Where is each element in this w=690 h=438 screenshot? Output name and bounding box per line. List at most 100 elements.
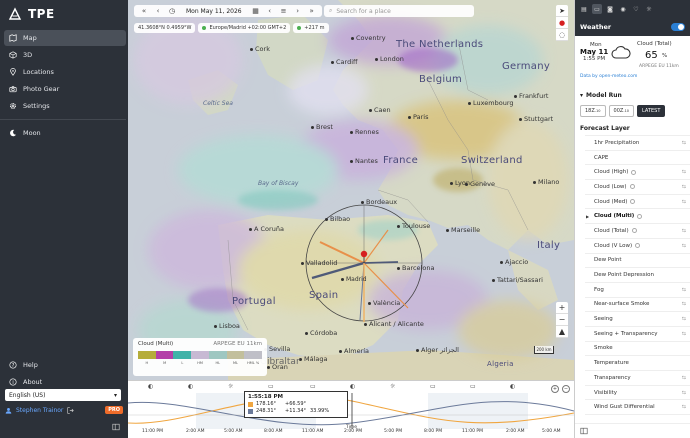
forecast-layer-item[interactable]: Seeing + Transparency ⇆: [585, 327, 690, 342]
compare-icon[interactable]: ⇆: [682, 184, 686, 190]
zoom-out-button[interactable]: −: [556, 314, 568, 326]
forecast-layer-item[interactable]: CAPE: [585, 151, 690, 166]
run-label: 18Z: [585, 108, 595, 114]
info-icon[interactable]: [629, 184, 635, 190]
forecast-layer-item[interactable]: Smoke: [585, 342, 690, 357]
timeline-zoom-in-button[interactable]: +: [551, 385, 559, 393]
sidebar-item-moon[interactable]: Moon: [4, 125, 126, 141]
compare-icon[interactable]: ⇆: [682, 228, 686, 234]
pin-outline-icon[interactable]: ◌: [556, 29, 568, 41]
map-label-city: Rennes: [350, 128, 379, 136]
forecast-layer-item[interactable]: Dew Point Depression: [585, 268, 690, 283]
sun-icon[interactable]: ☼: [644, 4, 654, 14]
forecast-layer-item[interactable]: Wind Gust Differential ⇆: [585, 400, 690, 416]
info-icon[interactable]: [630, 199, 636, 205]
date-toolbar: « ‹ ◷ Mon May 11, 2026 ▦ ‹ ≡ › »: [134, 5, 322, 17]
timezone-chip[interactable]: Europe/Madrid +02:00 GMT+2: [198, 23, 291, 33]
compare-icon[interactable]: ⇆: [682, 390, 686, 396]
forecast-layer-item[interactable]: Near-surface Smoke ⇆: [585, 298, 690, 313]
moon-phase-icon: ◐: [350, 383, 356, 390]
forecast-layer-item[interactable]: Transparency ⇆: [585, 371, 690, 386]
timeline[interactable]: ◐ ◐ ☼ ▭ ▭ ◐ ☼ ▭ ▭ ◐ + − 1:55:18 PM 178.1…: [128, 380, 574, 438]
forecast-layer-item[interactable]: 1hr Precipitation ⇆: [585, 136, 690, 151]
run-latest-button[interactable]: LATEST: [637, 105, 666, 117]
language-select[interactable]: English (US) ▾: [5, 389, 121, 401]
locate-arrow-icon[interactable]: ➤: [556, 5, 568, 17]
zoom-in-button[interactable]: +: [556, 302, 568, 314]
legend-swatch: [173, 351, 192, 359]
compare-icon[interactable]: ⇆: [682, 140, 686, 146]
run-00z-button[interactable]: 00Z -10: [608, 105, 635, 117]
compass-icon[interactable]: ▲: [556, 326, 568, 338]
forecast-layer-item[interactable]: Temperature: [585, 356, 690, 371]
forecast-layer-item[interactable]: Seeing ⇆: [585, 312, 690, 327]
forecast-layer-item[interactable]: Visibility ⇆: [585, 386, 690, 401]
timeline-zoom-out-button[interactable]: −: [562, 385, 570, 393]
forecast-layer-item[interactable]: Cloud (Total) ⇆: [585, 224, 690, 239]
forecast-layer-item[interactable]: Dew Point: [585, 254, 690, 269]
clock-icon[interactable]: ◷: [166, 6, 178, 16]
weather-toggle[interactable]: [671, 23, 685, 31]
legend-label: ML: [232, 361, 238, 365]
compare-icon[interactable]: ⇆: [682, 169, 686, 175]
forecast-layer-label: Seeing + Transparency: [594, 330, 658, 337]
compare-icon[interactable]: ⇆: [682, 301, 686, 307]
map-label-city: València: [368, 299, 400, 307]
next-day-button[interactable]: ›: [292, 6, 304, 16]
sidebar-item-settings[interactable]: Settings: [4, 98, 126, 114]
app-logo[interactable]: TPE: [8, 7, 55, 21]
user-name: Stephen Trainor: [16, 406, 64, 414]
compare-icon[interactable]: ⇆: [682, 243, 686, 249]
sidebar-item-map[interactable]: Map: [4, 30, 126, 46]
model-run-header[interactable]: ▾ Model Run: [575, 90, 690, 100]
search-input[interactable]: ⌕ Search for a place: [324, 5, 474, 17]
info-icon[interactable]: [631, 228, 637, 234]
compare-icon[interactable]: ⇆: [682, 404, 686, 410]
heart-icon[interactable]: ♡: [631, 4, 641, 14]
coords-chip[interactable]: 41.3608°N 0.4959°W: [134, 23, 196, 33]
step-back-button[interactable]: ‹: [152, 6, 164, 16]
sidebar-item-locations[interactable]: Locations: [4, 64, 126, 80]
logout-icon[interactable]: [67, 406, 75, 414]
prev-day-button[interactable]: ‹: [264, 6, 276, 16]
compass-icon[interactable]: ◉: [618, 4, 628, 14]
camera-icon[interactable]: ◙: [605, 4, 615, 14]
location-pin-icon: [10, 68, 16, 76]
forecast-layer-item[interactable]: Cloud (V Low) ⇆: [585, 239, 690, 254]
weather-title: Weather: [580, 23, 612, 31]
forecast-layer-item[interactable]: Cloud (Multi): [585, 209, 690, 225]
info-icon[interactable]: [631, 169, 637, 175]
current-date[interactable]: Mon May 11, 2026: [180, 8, 248, 15]
skip-forward-button[interactable]: »: [306, 6, 318, 16]
calendar-icon[interactable]: ▦: [250, 6, 262, 16]
folder-icon[interactable]: ▭: [592, 4, 602, 14]
compare-icon[interactable]: ⇆: [682, 375, 686, 381]
info-icon[interactable]: [635, 243, 641, 249]
forecast-layer-item[interactable]: Cloud (Low) ⇆: [585, 180, 690, 195]
compare-icon[interactable]: ⇆: [682, 316, 686, 322]
compare-icon[interactable]: ⇆: [682, 199, 686, 205]
pin-icon[interactable]: ●: [556, 17, 568, 29]
list-icon[interactable]: ≡: [278, 6, 290, 16]
chevron-down-icon: ▾: [113, 391, 117, 399]
model-run-title: Model Run: [586, 91, 622, 99]
info-icon[interactable]: [637, 213, 643, 219]
sidebar-collapse-icon[interactable]: [112, 423, 120, 431]
panel-collapse-icon[interactable]: [580, 427, 588, 435]
map-view[interactable]: The Netherlands Belgium Germany France S…: [128, 0, 574, 380]
elevation-chip[interactable]: +217 m: [293, 23, 329, 33]
layers-icon[interactable]: ▤: [579, 4, 589, 14]
forecast-layer-item[interactable]: Cloud (High) ⇆: [585, 165, 690, 181]
sidebar-item-3d[interactable]: 3D: [4, 47, 126, 63]
skip-back-button[interactable]: «: [138, 6, 150, 16]
sidebar-item-photo-gear[interactable]: Photo Gear: [4, 81, 126, 97]
sidebar-item-about[interactable]: i About: [4, 374, 126, 390]
forecast-layer-item[interactable]: Cloud (Med) ⇆: [585, 195, 690, 210]
weather-source-link[interactable]: Data by open-meteo.com: [580, 74, 637, 79]
run-18z-button[interactable]: 18Z -10: [580, 105, 606, 117]
compare-icon[interactable]: ⇆: [682, 331, 686, 337]
user-row[interactable]: Stephen Trainor PRO: [5, 406, 123, 414]
forecast-layer-item[interactable]: Fog ⇆: [585, 283, 690, 298]
sidebar-item-help[interactable]: ? Help: [4, 357, 126, 373]
compare-icon[interactable]: ⇆: [682, 287, 686, 293]
